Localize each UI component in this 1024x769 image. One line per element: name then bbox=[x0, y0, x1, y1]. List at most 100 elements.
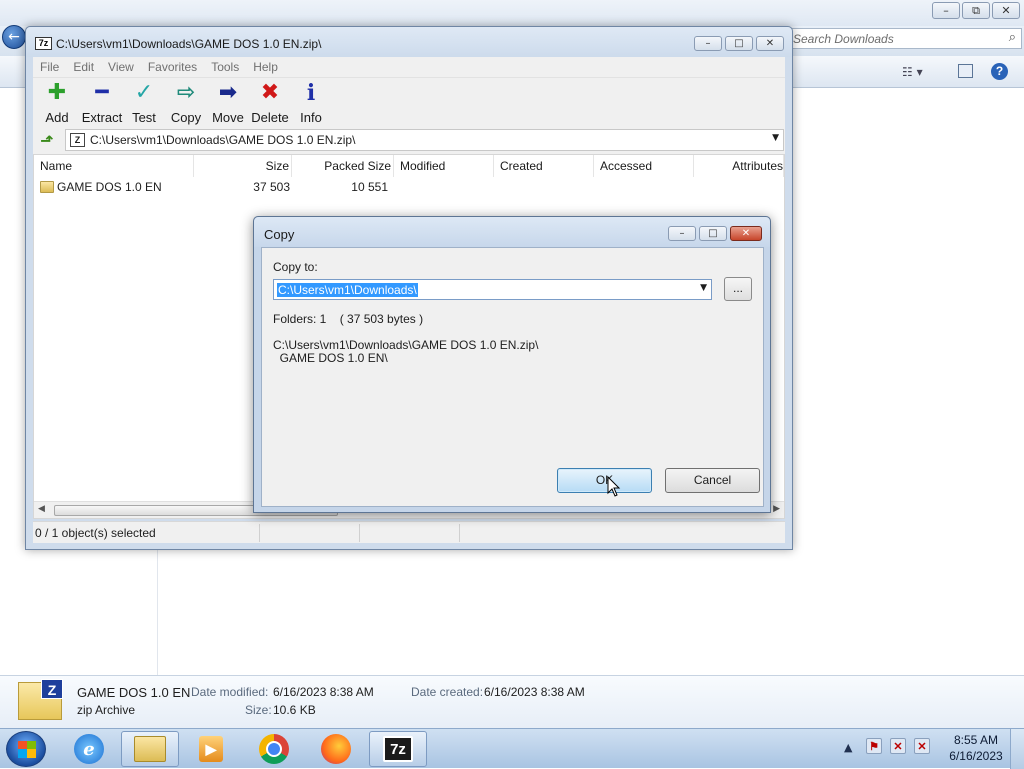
clock-time: 8:55 AM bbox=[953, 733, 999, 747]
test-button[interactable]: ✓ Test bbox=[121, 80, 167, 126]
details-size-label: Size: bbox=[245, 703, 272, 717]
browse-button[interactable]: ... bbox=[724, 277, 752, 301]
fm-window-controls: – □ ✕ bbox=[694, 36, 784, 51]
explorer-titlebar: – ⧉ ✕ bbox=[0, 0, 1024, 26]
7zip-icon: 7z bbox=[383, 736, 413, 762]
column-header-packed-size[interactable]: Packed Size bbox=[292, 155, 394, 177]
folder-icon bbox=[134, 736, 166, 762]
move-button[interactable]: ➡ Move bbox=[205, 80, 251, 126]
info-label: Info bbox=[300, 110, 322, 125]
fm-menu-bar: File Edit View Favorites Tools Help bbox=[33, 57, 785, 77]
column-header-modified[interactable]: Modified bbox=[394, 155, 494, 177]
taskbar-file-explorer[interactable] bbox=[121, 731, 179, 767]
folders-info: Folders: 1 ( 37 503 bytes ) bbox=[273, 312, 424, 326]
mouse-cursor-icon bbox=[607, 476, 621, 497]
test-label: Test bbox=[132, 110, 156, 125]
menu-favorites[interactable]: Favorites bbox=[141, 57, 204, 77]
dialog-close-button[interactable]: ✕ bbox=[730, 226, 762, 241]
internet-explorer-icon: e bbox=[74, 734, 104, 764]
details-date-created-value: 6/16/2023 8:38 AM bbox=[484, 685, 585, 699]
path-text: C:\Users\vm1\Downloads\GAME DOS 1.0 EN.z… bbox=[90, 133, 356, 147]
change-view-icon[interactable]: ☷ ▾ bbox=[902, 65, 923, 79]
row-size: 37 503 bbox=[253, 180, 290, 194]
dialog-minimize-button[interactable]: – bbox=[668, 226, 696, 241]
folder-up-icon[interactable]: ⬏ bbox=[37, 131, 57, 151]
action-center-icon[interactable]: ⚑ bbox=[866, 738, 882, 754]
fm-minimize-button[interactable]: – bbox=[694, 36, 722, 51]
preview-pane-icon[interactable] bbox=[958, 64, 973, 78]
chevron-down-icon[interactable]: ▼ bbox=[700, 283, 707, 293]
info-icon: i bbox=[306, 80, 316, 106]
copy-button[interactable]: ⇨ Copy bbox=[163, 80, 209, 126]
clock-date: 6/16/2023 bbox=[949, 749, 1003, 763]
taskbar-internet-explorer[interactable]: e bbox=[60, 731, 118, 767]
details-pane: Z GAME DOS 1.0 EN zip Archive Date modif… bbox=[0, 675, 1024, 728]
row-name: GAME DOS 1.0 EN bbox=[57, 180, 162, 194]
delete-x-icon: ✖ bbox=[260, 80, 280, 105]
search-icon[interactable]: ⌕ bbox=[1009, 30, 1016, 45]
taskbar-media-player[interactable]: ▶ bbox=[182, 731, 240, 767]
menu-view[interactable]: View bbox=[101, 57, 141, 77]
search-placeholder: Search Downloads bbox=[793, 32, 894, 46]
fm-titlebar: 7z C:\Users\vm1\Downloads\GAME DOS 1.0 E… bbox=[26, 27, 792, 57]
row-packed-size: 10 551 bbox=[351, 180, 388, 194]
status-divider bbox=[259, 524, 260, 542]
explorer-close-button[interactable]: ✕ bbox=[992, 2, 1020, 19]
column-header-name[interactable]: Name bbox=[34, 155, 194, 177]
show-hidden-icons-icon[interactable]: ▲ bbox=[844, 741, 852, 754]
menu-file[interactable]: File bbox=[33, 57, 66, 77]
cancel-button[interactable]: Cancel bbox=[665, 468, 760, 493]
status-divider bbox=[459, 524, 460, 542]
explorer-restore-button[interactable]: ⧉ bbox=[962, 2, 990, 19]
column-header-size[interactable]: Size bbox=[194, 155, 292, 177]
move-label: Move bbox=[212, 110, 244, 125]
show-desktop-button[interactable] bbox=[1010, 729, 1024, 769]
start-button[interactable] bbox=[6, 731, 46, 767]
help-icon[interactable]: ? bbox=[991, 63, 1008, 80]
delete-button[interactable]: ✖ Delete bbox=[247, 80, 293, 126]
chevron-down-icon[interactable]: ▼ bbox=[772, 133, 779, 143]
column-header-attributes[interactable]: Attributes bbox=[694, 155, 784, 177]
menu-help[interactable]: Help bbox=[246, 57, 285, 77]
system-clock[interactable]: 8:55 AM 6/16/2023 bbox=[944, 732, 1008, 764]
scroll-right-icon[interactable]: ▶ bbox=[773, 504, 780, 514]
back-arrow-icon[interactable]: ← bbox=[2, 25, 26, 49]
details-size-value: 10.6 KB bbox=[273, 703, 316, 717]
copy-dialog-body: Copy to: C:\Users\vm1\Downloads\ ▼ ... F… bbox=[261, 247, 764, 507]
source-archive-path: C:\Users\vm1\Downloads\GAME DOS 1.0 EN.z… bbox=[273, 338, 539, 352]
source-item-path: GAME DOS 1.0 EN\ bbox=[273, 351, 388, 365]
taskbar-firefox[interactable] bbox=[307, 731, 365, 767]
windows-logo-icon bbox=[18, 741, 36, 758]
copy-to-value[interactable]: C:\Users\vm1\Downloads\ bbox=[277, 283, 418, 297]
column-header-created[interactable]: Created bbox=[494, 155, 594, 177]
details-date-modified-label: Date modified: bbox=[191, 685, 269, 699]
firefox-icon bbox=[321, 734, 351, 764]
menu-tools[interactable]: Tools bbox=[204, 57, 246, 77]
fm-close-button[interactable]: ✕ bbox=[756, 36, 784, 51]
table-row[interactable]: GAME DOS 1.0 EN 37 503 10 551 bbox=[34, 179, 784, 197]
fm-window-title: C:\Users\vm1\Downloads\GAME DOS 1.0 EN.z… bbox=[56, 37, 322, 51]
menu-edit[interactable]: Edit bbox=[66, 57, 101, 77]
network-icon[interactable]: ✕ bbox=[890, 738, 906, 754]
copy-label: Copy bbox=[170, 110, 202, 125]
ok-button[interactable]: OK bbox=[557, 468, 652, 493]
folder-icon bbox=[40, 181, 54, 193]
path-combobox[interactable]: Z C:\Users\vm1\Downloads\GAME DOS 1.0 EN… bbox=[65, 129, 784, 151]
taskbar-chrome[interactable] bbox=[245, 731, 303, 767]
column-header-accessed[interactable]: Accessed bbox=[594, 155, 694, 177]
copy-to-combobox[interactable]: C:\Users\vm1\Downloads\ ▼ bbox=[273, 279, 712, 300]
explorer-minimize-button[interactable]: – bbox=[932, 2, 960, 19]
delete-label: Delete bbox=[251, 110, 289, 125]
copy-arrow-icon: ⇨ bbox=[176, 80, 196, 105]
selection-status: 0 / 1 object(s) selected bbox=[35, 526, 156, 540]
explorer-search-input[interactable]: Search Downloads ⌕ bbox=[786, 28, 1022, 49]
volume-muted-icon[interactable]: ✕ bbox=[914, 738, 930, 754]
move-arrow-icon: ➡ bbox=[218, 80, 238, 105]
dialog-maximize-button[interactable]: □ bbox=[699, 226, 727, 241]
check-icon: ✓ bbox=[134, 80, 154, 105]
taskbar-7zip[interactable]: 7z bbox=[369, 731, 427, 767]
info-button[interactable]: i Info bbox=[288, 81, 334, 125]
explorer-window-controls: – ⧉ ✕ bbox=[932, 2, 1020, 19]
scroll-left-icon[interactable]: ◀ bbox=[38, 504, 45, 514]
fm-maximize-button[interactable]: □ bbox=[725, 36, 753, 51]
